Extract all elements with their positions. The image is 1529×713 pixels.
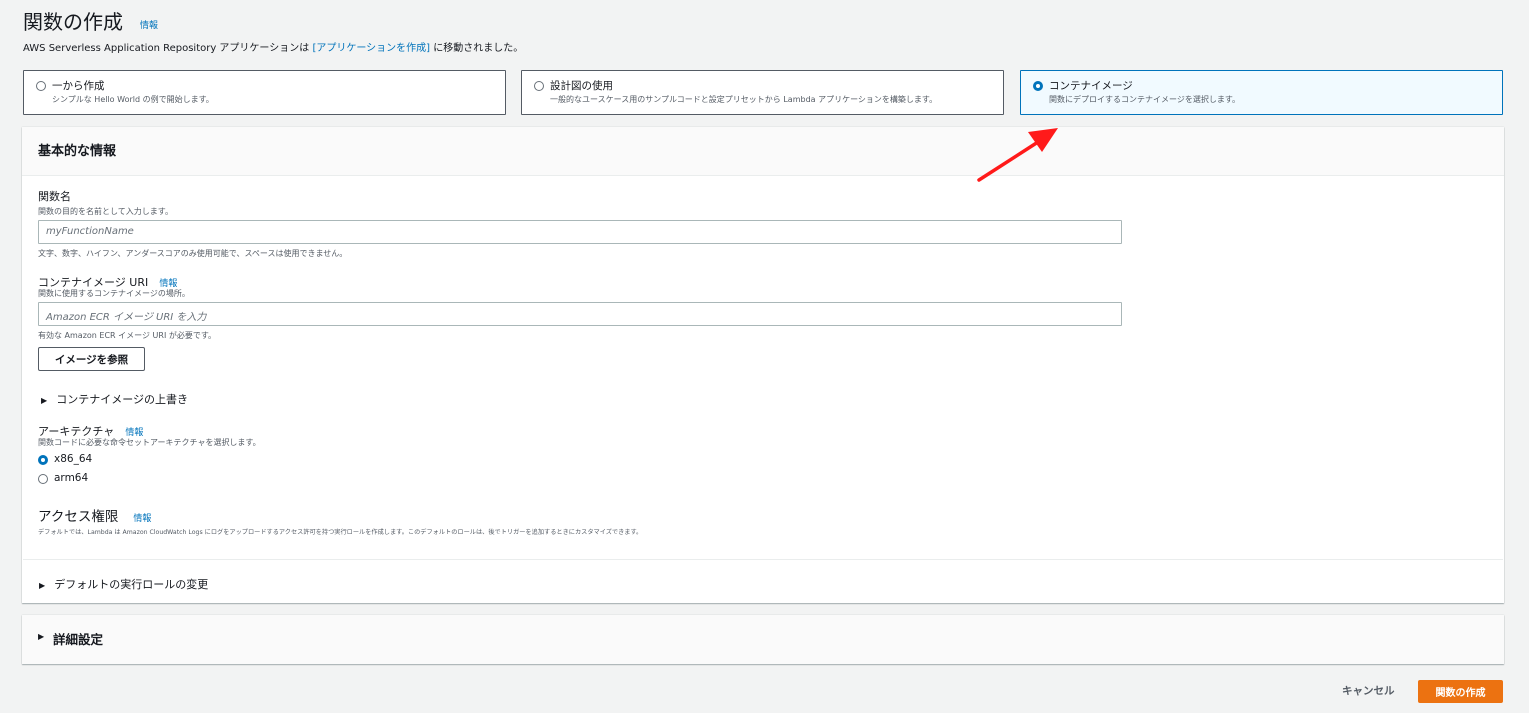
permissions-title: アクセス権限 bbox=[38, 509, 119, 525]
option-description: 一般的なユースケース用のサンプルコードと設定プリセットから Lambda アプリ… bbox=[550, 95, 938, 104]
caret-right-icon: ▶ bbox=[39, 581, 46, 590]
browse-images-button[interactable]: イメージを参照 bbox=[38, 347, 145, 371]
notice-suffix: に移動されました。 bbox=[433, 43, 524, 54]
option-radio-selected[interactable] bbox=[1033, 81, 1043, 91]
option-description: シンプルな Hello World の例で開始します。 bbox=[52, 95, 214, 104]
permissions-info-link[interactable]: 情報 bbox=[133, 514, 151, 524]
basic-info-title: 基本的な情報 bbox=[38, 144, 117, 159]
execution-role-label: デフォルトの実行ロールの変更 bbox=[54, 578, 209, 591]
option-radio[interactable] bbox=[534, 81, 544, 91]
basic-info-header: 基本的な情報 bbox=[22, 127, 1504, 176]
option-author-from-scratch[interactable]: 一から作成 シンプルな Hello World の例で開始します。 bbox=[23, 70, 506, 115]
function-name-description: 関数の目的を名前として入力します。 bbox=[38, 207, 173, 216]
container-override-label: コンテナイメージの上書き bbox=[56, 393, 189, 406]
option-label: 一から作成 bbox=[52, 80, 105, 92]
option-label: 設計図の使用 bbox=[550, 80, 613, 92]
architecture-option-label: arm64 bbox=[54, 472, 89, 484]
architecture-radio-selected[interactable] bbox=[38, 455, 48, 465]
image-uri-input[interactable]: Amazon ECR イメージ URI を入力 bbox=[38, 302, 1122, 326]
caret-right-icon: ▶ bbox=[38, 632, 45, 641]
arrow-head bbox=[1028, 128, 1058, 152]
permissions-description: デフォルトでは、Lambda は Amazon CloudWatch Logs … bbox=[38, 529, 643, 536]
function-name-hint: 文字、数字、ハイフン、アンダースコアのみ使用可能で、スペースは使用できません。 bbox=[38, 249, 348, 258]
arrow-shaft bbox=[977, 140, 1040, 182]
function-name-label: 関数名 bbox=[38, 190, 71, 203]
notice-prefix: AWS Serverless Application Repository アプ… bbox=[23, 43, 310, 54]
image-uri-placeholder: Amazon ECR イメージ URI を入力 bbox=[46, 312, 207, 323]
architecture-radio[interactable] bbox=[38, 474, 48, 484]
create-application-link[interactable]: [アプリケーションを作成] bbox=[312, 43, 430, 54]
annotation-arrow-icon bbox=[977, 128, 1058, 182]
advanced-settings-panel[interactable]: ▶ 詳細設定 bbox=[22, 615, 1504, 664]
image-uri-hint: 有効な Amazon ECR イメージ URI が必要です。 bbox=[38, 331, 217, 340]
architecture-option-label: x86_64 bbox=[54, 453, 93, 465]
architecture-option-x86[interactable]: x86_64 bbox=[38, 453, 158, 467]
page-title: 関数の作成 bbox=[23, 10, 123, 34]
function-name-placeholder: myFunctionName bbox=[46, 226, 134, 237]
image-uri-description: 関数に使用するコンテナイメージの場所。 bbox=[38, 289, 190, 298]
architecture-option-arm64[interactable]: arm64 bbox=[38, 472, 158, 486]
option-label: コンテナイメージ bbox=[1049, 80, 1133, 92]
function-name-input[interactable]: myFunctionName bbox=[38, 220, 1122, 244]
architecture-description: 関数コードに必要な命令セットアーキテクチャを選択します。 bbox=[38, 438, 261, 447]
option-container-image[interactable]: コンテナイメージ 関数にデプロイするコンテナイメージを選択します。 bbox=[1020, 70, 1503, 115]
advanced-settings-title: 詳細設定 bbox=[53, 632, 104, 647]
create-function-button[interactable]: 関数の作成 bbox=[1418, 680, 1503, 703]
option-radio[interactable] bbox=[36, 81, 46, 91]
cancel-button[interactable]: キャンセル bbox=[1342, 683, 1395, 698]
title-info-link[interactable]: 情報 bbox=[140, 18, 158, 31]
option-description: 関数にデプロイするコンテナイメージを選択します。 bbox=[1049, 95, 1241, 104]
container-override-expander[interactable]: ▶ コンテナイメージの上書き bbox=[41, 388, 188, 407]
execution-role-expander[interactable]: ▶ デフォルトの実行ロールの変更 bbox=[39, 573, 208, 592]
migration-notice: AWS Serverless Application Repository アプ… bbox=[23, 39, 523, 54]
permissions-divider bbox=[23, 559, 1503, 560]
option-use-blueprint[interactable]: 設計図の使用 一般的なユースケース用のサンプルコードと設定プリセットから Lam… bbox=[521, 70, 1004, 115]
caret-right-icon: ▶ bbox=[41, 396, 48, 405]
permissions-title-row: アクセス権限 情報 bbox=[38, 505, 151, 525]
